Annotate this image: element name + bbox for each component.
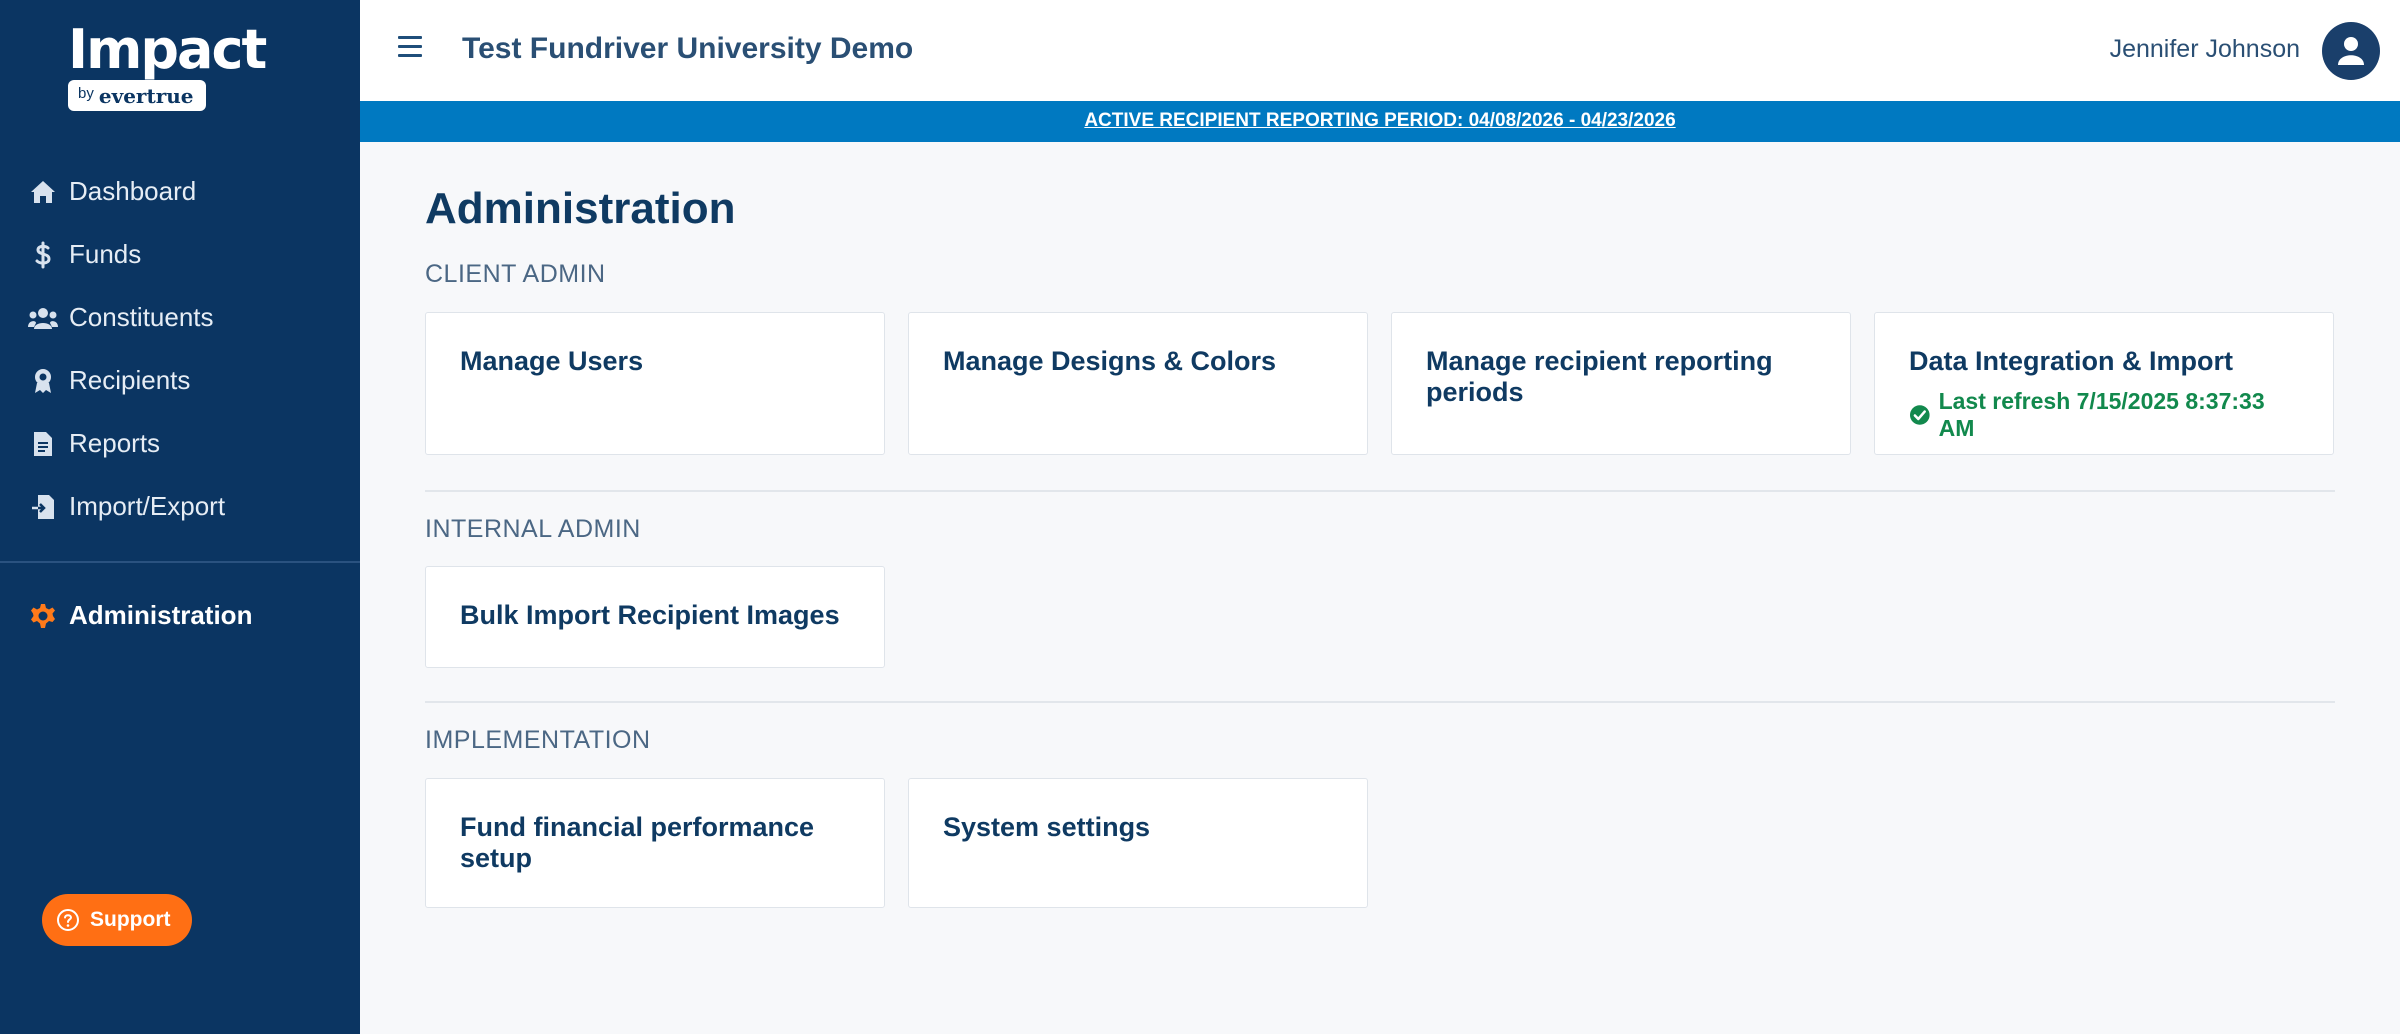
reporting-period-banner: ACTIVE RECIPIENT REPORTING PERIOD: 04/08… bbox=[360, 101, 2400, 142]
page-title: Administration bbox=[425, 184, 736, 233]
top-header: Test Fundriver University Demo Jennifer … bbox=[360, 0, 2400, 101]
sidebar-item-label: Funds bbox=[69, 239, 142, 269]
logo-by-text: by bbox=[78, 85, 94, 102]
file-import-icon bbox=[28, 492, 58, 522]
sidebar-item-administration[interactable]: Administration bbox=[0, 584, 360, 647]
users-icon bbox=[28, 303, 58, 333]
sidebar-item-label: Administration bbox=[69, 600, 253, 630]
sidebar-item-dashboard[interactable]: Dashboard bbox=[0, 160, 360, 223]
sidebar-item-label: Reports bbox=[69, 428, 161, 458]
last-refresh-status: Last refresh 7/15/2025 8:37:33 AM bbox=[1909, 388, 2299, 442]
dollar-icon bbox=[28, 240, 58, 270]
card-title: Fund financial performance setup bbox=[460, 812, 815, 873]
card-title: Manage Users bbox=[460, 346, 644, 376]
user-avatar[interactable] bbox=[2322, 22, 2380, 80]
sidebar-nav: Dashboard Funds Constituents Recipients … bbox=[0, 160, 360, 538]
gear-icon bbox=[28, 601, 58, 631]
support-label: Support bbox=[90, 908, 171, 931]
reporting-period-link[interactable]: ACTIVE RECIPIENT REPORTING PERIOD: 04/08… bbox=[1084, 110, 1675, 132]
data-integration-import-card[interactable]: Data Integration & Import Last refresh 7… bbox=[1874, 312, 2334, 455]
menu-toggle-icon[interactable] bbox=[398, 36, 422, 64]
last-refresh-text: Last refresh 7/15/2025 8:37:33 AM bbox=[1938, 388, 2265, 441]
sidebar-item-label: Dashboard bbox=[69, 176, 197, 206]
section-label-implementation: IMPLEMENTATION bbox=[425, 726, 651, 754]
award-icon bbox=[28, 366, 58, 396]
logo-company: evertrue bbox=[98, 84, 194, 108]
manage-users-card[interactable]: Manage Users bbox=[425, 312, 885, 455]
section-label-client-admin: CLIENT ADMIN bbox=[425, 260, 606, 288]
organization-title: Test Fundriver University Demo bbox=[462, 32, 914, 65]
card-title: System settings bbox=[943, 812, 1151, 842]
sidebar-item-import-export[interactable]: Import/Export bbox=[0, 475, 360, 538]
sidebar-admin-group: Administration bbox=[0, 584, 360, 647]
sidebar-item-reports[interactable]: Reports bbox=[0, 412, 360, 475]
section-label-internal-admin: INTERNAL ADMIN bbox=[425, 515, 641, 543]
card-title: Manage Designs & Colors bbox=[943, 346, 1277, 376]
support-button[interactable]: Support bbox=[42, 894, 193, 946]
sidebar-item-label: Recipients bbox=[69, 365, 191, 395]
card-title: Manage recipient reporting periods bbox=[1426, 346, 1773, 407]
bulk-import-recipient-images-card[interactable]: Bulk Import Recipient Images bbox=[425, 566, 885, 668]
sidebar-item-recipients[interactable]: Recipients bbox=[0, 349, 360, 412]
sidebar-divider bbox=[0, 561, 360, 563]
sidebar-item-label: Constituents bbox=[69, 302, 214, 332]
card-title: Bulk Import Recipient Images bbox=[460, 600, 840, 630]
logo-wordmark: Impact bbox=[68, 18, 267, 81]
user-icon bbox=[2338, 37, 2364, 65]
sidebar-item-funds[interactable]: Funds bbox=[0, 223, 360, 286]
check-circle-icon bbox=[1909, 405, 1930, 425]
sidebar-item-label: Import/Export bbox=[69, 491, 226, 521]
fund-financial-performance-setup-card[interactable]: Fund financial performance setup bbox=[425, 778, 885, 908]
impact-logo[interactable]: Impact by evertrue bbox=[68, 22, 268, 111]
manage-reporting-periods-card[interactable]: Manage recipient reporting periods bbox=[1391, 312, 1851, 455]
logo-byline: by evertrue bbox=[68, 80, 206, 111]
card-title: Data Integration & Import bbox=[1909, 346, 2234, 376]
system-settings-card[interactable]: System settings bbox=[908, 778, 1368, 908]
sidebar: Impact by evertrue Dashboard Funds Consti… bbox=[0, 0, 360, 1034]
manage-designs-colors-card[interactable]: Manage Designs & Colors bbox=[908, 312, 1368, 455]
sidebar-item-constituents[interactable]: Constituents bbox=[0, 286, 360, 349]
section-divider bbox=[425, 701, 2335, 703]
section-divider bbox=[425, 490, 2335, 492]
document-icon bbox=[28, 429, 58, 459]
help-circle-icon bbox=[57, 909, 79, 931]
home-icon bbox=[28, 177, 58, 207]
user-name[interactable]: Jennifer Johnson bbox=[2110, 35, 2300, 64]
